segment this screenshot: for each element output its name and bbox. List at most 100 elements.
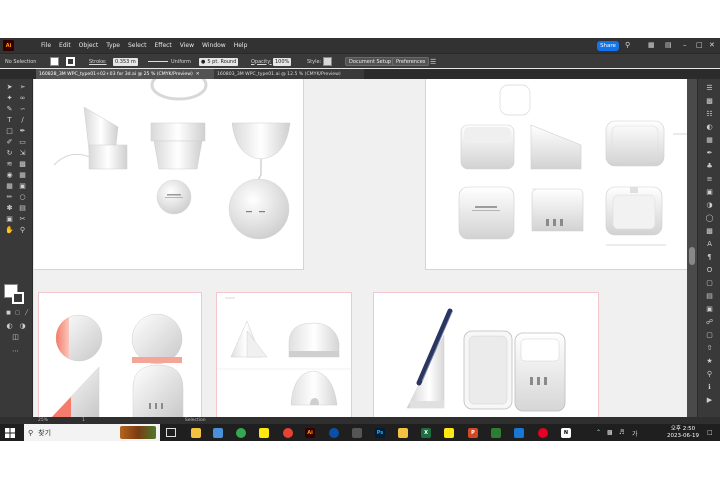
gradient-panel-icon[interactable]: ▣	[705, 188, 714, 197]
opentype-panel-icon[interactable]: O	[705, 266, 714, 275]
artboard-tool-icon[interactable]: ▣	[5, 215, 14, 224]
pen-tool-icon[interactable]: ✎	[5, 105, 14, 114]
direct-selection-tool-icon[interactable]: ➣	[18, 83, 27, 92]
brushes-panel-icon[interactable]: ✒	[705, 149, 714, 158]
menu-type[interactable]: Type	[106, 42, 120, 49]
shape-builder-tool-icon[interactable]: ◉	[5, 171, 14, 180]
notion-taskbar-icon[interactable]: N	[561, 428, 571, 438]
pathfinder-panel-icon[interactable]: ▣	[705, 305, 714, 314]
scale-tool-icon[interactable]: ⇲	[18, 149, 27, 158]
links-panel-icon[interactable]: ☍	[705, 318, 714, 327]
chrome-profile-icon[interactable]	[283, 428, 293, 438]
line-tool-icon[interactable]: ∕	[18, 116, 27, 125]
search-icon[interactable]: ⚲	[625, 41, 630, 50]
properties-panel-icon[interactable]: ☰	[705, 84, 714, 93]
color-mode-icon[interactable]: □	[13, 309, 22, 318]
opacity-label[interactable]: Opacity:	[251, 57, 272, 66]
opacity-field[interactable]: 100%	[273, 57, 292, 66]
chat-taskbar-icon[interactable]	[444, 428, 454, 438]
more-tools-icon[interactable]: ⋯	[11, 347, 20, 356]
style-swatch[interactable]	[323, 57, 332, 66]
draw-behind-icon[interactable]: ◑	[18, 322, 27, 331]
app-icon[interactable]	[352, 428, 362, 438]
none-color-icon[interactable]: ╱	[22, 309, 31, 318]
notification-icon[interactable]: □	[707, 429, 713, 436]
volume-icon[interactable]: ♬	[619, 429, 624, 436]
zoom-level[interactable]: 25%	[38, 418, 48, 423]
asset-export-panel-icon[interactable]: ⇧	[705, 344, 714, 353]
menu-file[interactable]: File	[41, 42, 51, 49]
preferences-button[interactable]: Preferences	[392, 57, 430, 66]
color-panel-icon[interactable]: ◐	[705, 123, 714, 132]
artboard-1[interactable]	[34, 79, 304, 270]
eraser-tool-icon[interactable]: ▭	[18, 138, 27, 147]
artboard-3[interactable]	[38, 292, 202, 417]
kakaotalk-icon[interactable]	[259, 428, 269, 438]
hand-tool-icon[interactable]: ✋	[5, 226, 14, 235]
app-blue-icon[interactable]	[514, 428, 524, 438]
mail-icon[interactable]	[213, 428, 223, 438]
eyedropper-tool-icon[interactable]: ✏	[5, 193, 14, 202]
scrollbar-thumb[interactable]	[689, 247, 695, 265]
screen-mode-icon[interactable]: ◫	[11, 333, 20, 342]
rectangle-tool-icon[interactable]: □	[5, 127, 14, 136]
zoom-tool-icon[interactable]: ⚲	[18, 226, 27, 235]
magic-wand-tool-icon[interactable]: ✦	[5, 94, 14, 103]
menu-view[interactable]: View	[180, 42, 194, 49]
selection-tool-icon[interactable]: ➤	[5, 83, 14, 92]
task-view-icon[interactable]	[166, 428, 176, 437]
lasso-tool-icon[interactable]: ∞	[18, 94, 27, 103]
menu-window[interactable]: Window	[202, 42, 226, 49]
document-tab-1[interactable]: 160828_3M WPC_type01+02+03 for 3d.ai @ 2…	[36, 69, 214, 79]
libraries-panel-icon[interactable]: ☷	[705, 110, 714, 119]
mesh-tool-icon[interactable]: ▦	[5, 182, 14, 191]
swatches-panel-icon[interactable]: ▦	[705, 136, 714, 145]
windows-start-icon[interactable]	[5, 428, 15, 438]
perspective-grid-tool-icon[interactable]: ▦	[18, 171, 27, 180]
artboard-5[interactable]	[373, 292, 599, 417]
rotate-tool-icon[interactable]: ↻	[5, 149, 14, 158]
system-clock[interactable]: 오후 2:50 2023-06-19	[660, 426, 706, 439]
width-tool-icon[interactable]: ≋	[5, 160, 14, 169]
menu-edit[interactable]: Edit	[59, 42, 71, 49]
type-tool-icon[interactable]: T	[5, 116, 14, 125]
taskbar-search-box[interactable]: ⚲ 찾기	[24, 424, 160, 441]
symbol-sprayer-tool-icon[interactable]: ✽	[5, 204, 14, 213]
shaper-tool-icon[interactable]: ✐	[5, 138, 14, 147]
navigator-panel-icon[interactable]: ⚲	[705, 370, 714, 379]
file-explorer-icon[interactable]	[191, 428, 201, 438]
workspace-icon[interactable]: ▤	[665, 41, 672, 50]
artboard-2[interactable]	[425, 79, 687, 270]
close-tab-icon[interactable]: ✕	[196, 72, 200, 77]
artboard-number[interactable]: 1	[82, 418, 85, 423]
powerpoint-taskbar-icon[interactable]: P	[468, 428, 478, 438]
menu-select[interactable]: Select	[128, 42, 147, 49]
free-transform-tool-icon[interactable]: ▩	[18, 160, 27, 169]
paragraph-panel-icon[interactable]: ¶	[705, 253, 714, 262]
graphic-styles-panel-icon[interactable]: ▩	[705, 227, 714, 236]
slice-tool-icon[interactable]: ✂	[18, 215, 27, 224]
actions-panel-icon[interactable]: ▶	[705, 396, 714, 405]
transparency-panel-icon[interactable]: ◑	[705, 201, 714, 210]
document-setup-button[interactable]: Document Setup	[345, 57, 396, 66]
network-icon[interactable]: ▩	[607, 429, 613, 436]
column-graph-tool-icon[interactable]: ▤	[18, 204, 27, 213]
artboards-panel-icon[interactable]: ▢	[705, 331, 714, 340]
arrange-documents-icon[interactable]: ▦	[648, 41, 655, 50]
stroke-panel-icon[interactable]: ≡	[705, 175, 714, 184]
transform-panel-icon[interactable]: ▢	[705, 279, 714, 288]
align-panel-icon[interactable]: ▤	[705, 292, 714, 301]
excel-taskbar-icon[interactable]: X	[421, 428, 431, 438]
pinterest-icon[interactable]	[538, 428, 548, 438]
chrome-icon[interactable]	[236, 428, 246, 438]
artboard-4[interactable]	[216, 292, 353, 417]
ime-indicator[interactable]: 가	[632, 429, 638, 438]
photoshop-taskbar-icon[interactable]: Ps	[375, 428, 385, 438]
share-button[interactable]: Share	[597, 41, 619, 51]
stroke-color-swatch[interactable]	[12, 292, 24, 304]
character-panel-icon[interactable]: A	[705, 240, 714, 249]
menu-effect[interactable]: Effect	[155, 42, 172, 49]
video-call-icon[interactable]	[329, 428, 339, 438]
curvature-tool-icon[interactable]: ∽	[18, 105, 27, 114]
fill-swatch-control[interactable]	[50, 57, 59, 66]
